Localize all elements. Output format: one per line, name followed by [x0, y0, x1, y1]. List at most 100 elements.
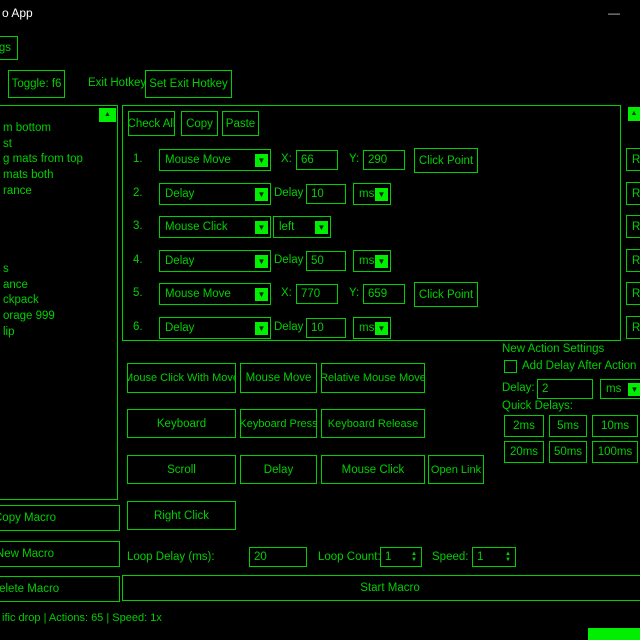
scrollbar-up-icon[interactable]: ▲ [99, 108, 116, 122]
macro-list-item[interactable]: st [3, 138, 115, 153]
action-type-dropdown[interactable]: Mouse Move ▼ [159, 283, 271, 305]
toggle-hotkey-button[interactable]: Toggle: f6 [8, 70, 65, 98]
remove-action-button[interactable]: Remove [626, 215, 640, 238]
delay-setting-unit-dropdown[interactable]: ms ▼ [600, 379, 640, 399]
macro-list-item[interactable]: ance [3, 279, 115, 294]
add-relative-mouse-move-button[interactable]: Relative Mouse Move [321, 363, 425, 393]
macro-list-item[interactable] [3, 232, 115, 247]
action-type-dropdown[interactable]: Delay ▼ [159, 317, 271, 339]
resize-grip [588, 628, 640, 640]
check-all-button[interactable]: Check All [128, 111, 175, 136]
delay-input[interactable]: 50 [306, 251, 346, 271]
macro-list-item[interactable] [3, 247, 115, 262]
new-action-settings-title: New Action Settings [502, 343, 604, 355]
delay-input[interactable]: 10 [306, 184, 346, 204]
macro-list-item[interactable]: mats both [3, 169, 115, 184]
copy-button[interactable]: Copy [181, 111, 218, 136]
macro-list-item[interactable] [3, 200, 115, 215]
remove-action-button[interactable]: Remove [626, 282, 640, 305]
macro-list-item[interactable]: ckpack [3, 294, 115, 309]
copy-macro-button[interactable]: Copy Macro [0, 505, 120, 531]
delay-unit-dropdown[interactable]: ms ▼ [353, 250, 391, 272]
delay-label: Delay [274, 321, 303, 333]
loop-delay-label: Loop Delay (ms): [127, 551, 215, 563]
quick-delay-50ms-button[interactable]: 50ms [549, 441, 587, 463]
add-open-link-button[interactable]: Open Link [428, 455, 484, 484]
action-type-dropdown[interactable]: Delay ▼ [159, 250, 271, 272]
start-macro-button[interactable]: Start Macro [122, 575, 640, 601]
delay-setting-input[interactable]: 2 [537, 379, 593, 399]
status-bar-text: ific drop | Actions: 65 | Speed: 1x [2, 612, 162, 624]
new-macro-button[interactable]: New Macro [0, 541, 120, 567]
dropdown-arrow-icon: ▼ [628, 383, 640, 396]
action-type-dropdown[interactable]: Mouse Move ▼ [159, 149, 271, 171]
action-type-value: Delay [165, 188, 194, 200]
loop-count-label: Loop Count: [318, 551, 381, 563]
paste-button[interactable]: Paste [222, 111, 259, 136]
dropdown-arrow-icon: ▼ [255, 288, 268, 301]
macro-list-item[interactable] [3, 216, 115, 231]
remove-action-button[interactable]: Remove [626, 182, 640, 205]
spinner-arrows-icon[interactable]: ▲ ▼ [408, 551, 417, 563]
macro-list-item[interactable]: rance [3, 185, 115, 200]
action-type-value: Delay [165, 322, 194, 334]
add-keyboard-button[interactable]: Keyboard [127, 409, 236, 438]
action-type-value: Delay [165, 255, 194, 267]
quick-delay-20ms-button[interactable]: 20ms [504, 441, 544, 463]
quick-delay-5ms-button[interactable]: 5ms [549, 415, 587, 437]
add-scroll-button[interactable]: Scroll [127, 455, 236, 484]
mouse-button-dropdown[interactable]: left ▼ [273, 216, 331, 238]
tab-settings[interactable]: ngs [0, 36, 18, 60]
set-exit-hotkey-button[interactable]: Set Exit Hotkey [145, 70, 232, 98]
row-number: 3. [133, 220, 143, 232]
add-delay-after-action-checkbox[interactable] [504, 360, 517, 373]
scrollbar-up-icon[interactable]: ▲ [628, 107, 640, 121]
delay-label: Delay [274, 187, 303, 199]
macro-list-item[interactable]: m bottom [3, 122, 115, 137]
dropdown-arrow-icon: ▼ [255, 322, 268, 335]
delete-macro-button[interactable]: Delete Macro [0, 576, 120, 602]
delay-input[interactable]: 10 [306, 318, 346, 338]
action-type-dropdown[interactable]: Mouse Click ▼ [159, 216, 271, 238]
remove-action-button[interactable]: Remove [626, 316, 640, 339]
add-mouse-move-button[interactable]: Mouse Move [240, 363, 317, 393]
speed-stepper[interactable]: 1 ▲ ▼ [472, 547, 516, 567]
quick-delay-10ms-button[interactable]: 10ms [592, 415, 638, 437]
exit-hotkey-label: Exit Hotkey: [88, 77, 149, 89]
click-point-button[interactable]: Click Point [414, 148, 478, 173]
x-input[interactable]: 66 [296, 150, 338, 170]
delay-unit-dropdown[interactable]: ms ▼ [353, 183, 391, 205]
dropdown-arrow-icon: ▼ [255, 188, 268, 201]
add-right-click-button[interactable]: Right Click [127, 501, 236, 530]
macro-list-item[interactable]: s [3, 263, 115, 278]
y-input[interactable]: 290 [363, 150, 405, 170]
minimize-button[interactable]: — [608, 6, 620, 20]
quick-delay-2ms-button[interactable]: 2ms [504, 415, 544, 437]
action-type-dropdown[interactable]: Delay ▼ [159, 183, 271, 205]
macro-list-item[interactable]: orage 999 [3, 310, 115, 325]
dropdown-arrow-icon: ▼ [375, 255, 388, 268]
quick-delay-100ms-button[interactable]: 100ms [592, 441, 638, 463]
loop-delay-input[interactable]: 20 [249, 547, 307, 567]
click-point-button[interactable]: Click Point [414, 282, 478, 307]
delay-unit-dropdown[interactable]: ms ▼ [353, 317, 391, 339]
loop-count-stepper[interactable]: 1 ▲ ▼ [380, 547, 422, 567]
y-input[interactable]: 659 [363, 284, 405, 304]
row-number: 1. [133, 153, 143, 165]
spinner-arrows-icon[interactable]: ▲ ▼ [502, 551, 511, 563]
remove-action-button[interactable]: Remove [626, 249, 640, 272]
macro-list-item[interactable]: lip [3, 326, 115, 341]
add-mouse-click-button[interactable]: Mouse Click [321, 455, 425, 484]
add-keyboard-release-button[interactable]: Keyboard Release [321, 409, 425, 438]
remove-action-button[interactable]: Remove [626, 148, 640, 171]
add-mouse-click-with-move-button[interactable]: Mouse Click With Move [127, 363, 236, 393]
row-number: 6. [133, 321, 143, 333]
x-input[interactable]: 770 [296, 284, 338, 304]
x-label: X: [281, 287, 292, 299]
delay-setting-unit-value: ms [606, 383, 621, 395]
add-delay-button[interactable]: Delay [240, 455, 317, 484]
delay-unit-value: ms [359, 255, 374, 267]
macro-list-item[interactable]: g mats from top [3, 153, 115, 168]
quick-delays-label: Quick Delays: [502, 400, 573, 412]
add-keyboard-press-button[interactable]: Keyboard Press [240, 409, 317, 438]
